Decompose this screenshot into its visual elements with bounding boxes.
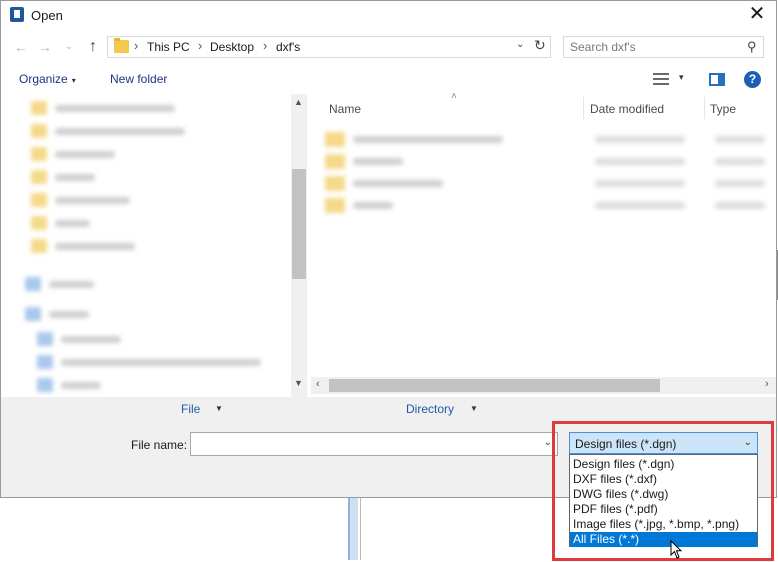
address-bar-row: ← → ⌄ ↑ › This PC › Desktop › dxf's ⌄ ↻ … [1,34,776,60]
file-row[interactable] [325,130,765,148]
close-button[interactable]: ✕ [744,2,770,26]
sort-ascending-icon: ˄ [451,91,457,102]
new-folder-button[interactable]: New folder [110,72,167,86]
column-header-date-modified[interactable]: Date modified [590,102,664,116]
title-bar: Open ✕ [1,1,776,29]
file-option-button[interactable]: File [181,402,200,416]
nav-folder-item[interactable] [31,192,181,208]
address-box[interactable]: › This PC › Desktop › dxf's ⌄ ↻ [107,36,551,58]
column-divider[interactable] [704,97,705,119]
cloud-icon [25,277,41,291]
vertical-scrollbar[interactable]: ▲ ▼ [291,94,307,397]
recent-locations-icon[interactable]: ⌄ [59,37,79,57]
folder-icon [31,193,47,207]
nav-drive-item[interactable] [25,276,175,292]
search-icon[interactable]: ⚲ [747,39,757,55]
view-dropdown-icon[interactable]: ▾ [679,72,684,83]
breadcrumb-separator-icon: › [263,38,268,53]
documents-icon [37,378,53,392]
search-box[interactable]: ⚲ [563,36,764,58]
background-window-divider [360,498,361,560]
caret-down-icon: ▾ [71,76,76,85]
breadcrumb-desktop[interactable]: Desktop [210,40,254,54]
nav-folder-item[interactable] [31,146,181,162]
folder-icon [31,216,47,230]
file-row[interactable] [325,174,765,192]
file-name-dropdown-icon[interactable]: ⌄ [544,437,552,448]
folder-icon [31,239,47,253]
navigation-pane: ▲ ▼ [1,94,307,397]
caret-down-icon[interactable]: ▼ [215,404,223,413]
annotation-highlight-box [552,421,774,561]
nav-drive-item[interactable] [25,306,175,322]
nav-folder-item[interactable] [31,238,181,254]
file-name-input[interactable] [191,433,531,455]
folder-icon [31,101,47,115]
object-icon [37,332,53,346]
search-input[interactable] [564,37,734,57]
refresh-icon[interactable]: ↻ [534,37,546,54]
column-header-name[interactable]: Name [329,102,361,116]
preview-pane-icon[interactable] [709,73,725,86]
breadcrumb-this-pc[interactable]: This PC [147,40,190,54]
folder-icon [325,154,345,169]
scroll-thumb[interactable] [292,169,306,279]
folder-icon [31,170,47,184]
nav-folder-item[interactable] [31,215,181,231]
nav-folder-item[interactable] [31,169,181,185]
breadcrumb-dxfs[interactable]: dxf's [276,40,300,54]
folder-icon [325,198,345,213]
window-title: Open [31,8,63,23]
file-name-label: File name: [131,438,188,452]
breadcrumb-separator-icon: › [134,38,139,53]
view-options-icon[interactable] [653,73,669,85]
scroll-right-icon[interactable]: › [765,378,769,390]
address-dropdown-icon[interactable]: ⌄ [516,39,524,50]
caret-down-icon[interactable]: ▼ [470,404,478,413]
background-window-edge [348,498,358,560]
organize-button[interactable]: Organize ▾ [19,72,76,86]
scroll-thumb[interactable] [329,379,660,392]
file-list-pane: ˄ Name Date modified Type ‹ › [311,91,776,397]
scroll-left-icon[interactable]: ‹ [316,378,320,390]
file-row[interactable] [325,152,765,170]
horizontal-scrollbar[interactable]: ‹ › [311,377,776,394]
nav-drive-item[interactable] [37,354,261,370]
folder-icon [31,124,47,138]
folder-icon [325,176,345,191]
command-bar: Organize ▾ New folder ▾ ? [1,67,776,93]
computer-icon [25,307,41,321]
nav-drive-item[interactable] [37,377,187,393]
desktop-icon [37,355,53,369]
folder-icon [31,147,47,161]
help-icon[interactable]: ? [744,71,761,88]
nav-folder-item[interactable] [31,100,181,116]
folder-icon [114,38,129,53]
scroll-down-icon[interactable]: ▼ [294,378,303,388]
organize-label: Organize [19,72,68,86]
file-row[interactable] [325,196,765,214]
scroll-up-icon[interactable]: ▲ [294,97,303,107]
nav-drive-item[interactable] [37,331,187,347]
up-arrow-icon[interactable]: ↑ [83,37,103,57]
back-arrow-icon[interactable]: ← [11,37,31,57]
forward-arrow-icon[interactable]: → [35,37,55,57]
mouse-pointer-icon [670,540,683,559]
breadcrumb-separator-icon: › [198,38,203,53]
file-name-combobox[interactable]: ⌄ [190,432,558,456]
app-icon [10,7,24,22]
column-header-type[interactable]: Type [710,102,736,116]
nav-folder-item[interactable] [31,123,185,139]
folder-icon [325,132,345,147]
column-divider[interactable] [583,97,584,119]
directory-option-button[interactable]: Directory [406,402,454,416]
